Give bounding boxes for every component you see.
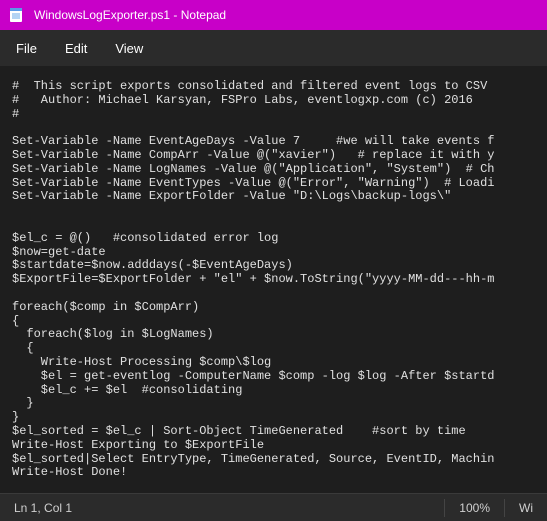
editor-area[interactable]: # This script exports consolidated and f… [0,66,547,493]
notepad-icon [8,7,24,23]
status-position: Ln 1, Col 1 [0,501,86,515]
menu-edit[interactable]: Edit [65,41,87,56]
menu-view[interactable]: View [115,41,143,56]
status-zoom: 100% [445,501,504,515]
window-title: WindowsLogExporter.ps1 - Notepad [34,8,226,22]
statusbar: Ln 1, Col 1 100% Wi [0,493,547,521]
menubar: File Edit View [0,30,547,66]
titlebar[interactable]: WindowsLogExporter.ps1 - Notepad [0,0,547,30]
menu-file[interactable]: File [16,41,37,56]
status-lineending: Wi [505,501,547,515]
